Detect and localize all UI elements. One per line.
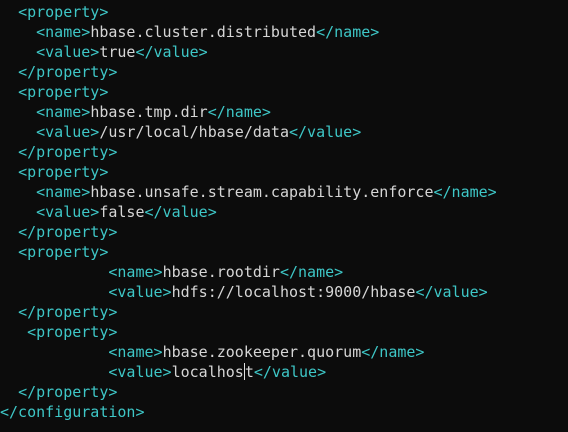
xml-close-tag: </value> — [135, 43, 208, 61]
code-line-10: <name>hbase.unsafe.stream.capability.enf… — [0, 182, 568, 202]
xml-open-tag: <name> — [36, 23, 91, 41]
xml-text: /usr/local/hbase/data — [99, 123, 289, 141]
xml-open-tag: <value> — [108, 283, 172, 301]
xml-open-tag: <name> — [36, 183, 91, 201]
xml-text: hbase.zookeeper.quorum — [162, 343, 362, 361]
xml-open-tag: <property> — [18, 163, 109, 181]
xml-close-tag: </configuration> — [0, 403, 145, 421]
xml-open-tag: <name> — [36, 103, 91, 121]
xml-text: hbase.cluster.distributed — [90, 23, 317, 41]
xml-open-tag: <name> — [108, 343, 163, 361]
terminal-editor[interactable]: <property> <name>hbase.cluster.distribut… — [0, 0, 568, 432]
code-line-20: </property> — [0, 382, 568, 402]
xml-text: hbase.unsafe.stream.capability.enforce — [90, 183, 434, 201]
code-line-6: <name>hbase.tmp.dir</name> — [0, 102, 568, 122]
xml-close-tag: </name> — [316, 23, 380, 41]
code-line-2: <name>hbase.cluster.distributed</name> — [0, 22, 568, 42]
code-line-5: <property> — [0, 82, 568, 102]
xml-open-tag: <property> — [18, 83, 109, 101]
code-line-8: </property> — [0, 142, 568, 162]
code-line-18: <name>hbase.zookeeper.quorum</name> — [0, 342, 568, 362]
xml-text-before-cursor: localhos — [171, 363, 244, 381]
xml-open-tag: <name> — [108, 263, 163, 281]
xml-close-tag: </property> — [18, 63, 118, 81]
xml-open-tag: <value> — [36, 43, 100, 61]
xml-close-tag: </value> — [289, 123, 362, 141]
code-line-21: </configuration> — [0, 402, 568, 422]
code-line-1: <property> — [0, 2, 568, 22]
xml-close-tag: </name> — [433, 183, 497, 201]
code-line-9: <property> — [0, 162, 568, 182]
xml-open-tag: <value> — [36, 123, 100, 141]
code-line-16: </property> — [0, 302, 568, 322]
code-line-3: <value>true</value> — [0, 42, 568, 62]
xml-open-tag: <property> — [18, 243, 109, 261]
xml-open-tag: <property> — [18, 3, 109, 21]
code-line-11: <value>false</value> — [0, 202, 568, 222]
xml-close-tag: </name> — [361, 343, 425, 361]
xml-text: true — [99, 43, 136, 61]
xml-close-tag: </property> — [18, 223, 118, 241]
xml-text: hdfs://localhost:9000/hbase — [171, 283, 416, 301]
code-line-17: <property> — [0, 322, 568, 342]
xml-close-tag: </property> — [18, 383, 118, 401]
code-line-13: <property> — [0, 242, 568, 262]
xml-open-tag: <value> — [36, 203, 100, 221]
xml-text-after-cursor: t — [244, 363, 254, 381]
code-line-14: <name>hbase.rootdir</name> — [0, 262, 568, 282]
xml-text: hbase.rootdir — [162, 263, 280, 281]
code-line-12: </property> — [0, 222, 568, 242]
xml-text: false — [99, 203, 145, 221]
code-line-4: </property> — [0, 62, 568, 82]
xml-open-tag: <value> — [108, 363, 172, 381]
xml-close-tag: </property> — [18, 303, 118, 321]
xml-close-tag: </value> — [253, 363, 327, 381]
xml-text: hbase.tmp.dir — [90, 103, 208, 121]
xml-close-tag: </name> — [207, 103, 271, 121]
xml-close-tag: </value> — [144, 203, 217, 221]
xml-close-tag: </name> — [279, 263, 344, 281]
code-line-19[interactable]: <value>localhost</value> — [0, 362, 568, 382]
code-line-7: <value>/usr/local/hbase/data</value> — [0, 122, 568, 142]
code-line-15: <value>hdfs://localhost:9000/hbase</valu… — [0, 282, 568, 302]
xml-close-tag: </value> — [415, 283, 488, 301]
xml-open-tag: <property> — [27, 323, 118, 341]
xml-close-tag: </property> — [18, 143, 118, 161]
